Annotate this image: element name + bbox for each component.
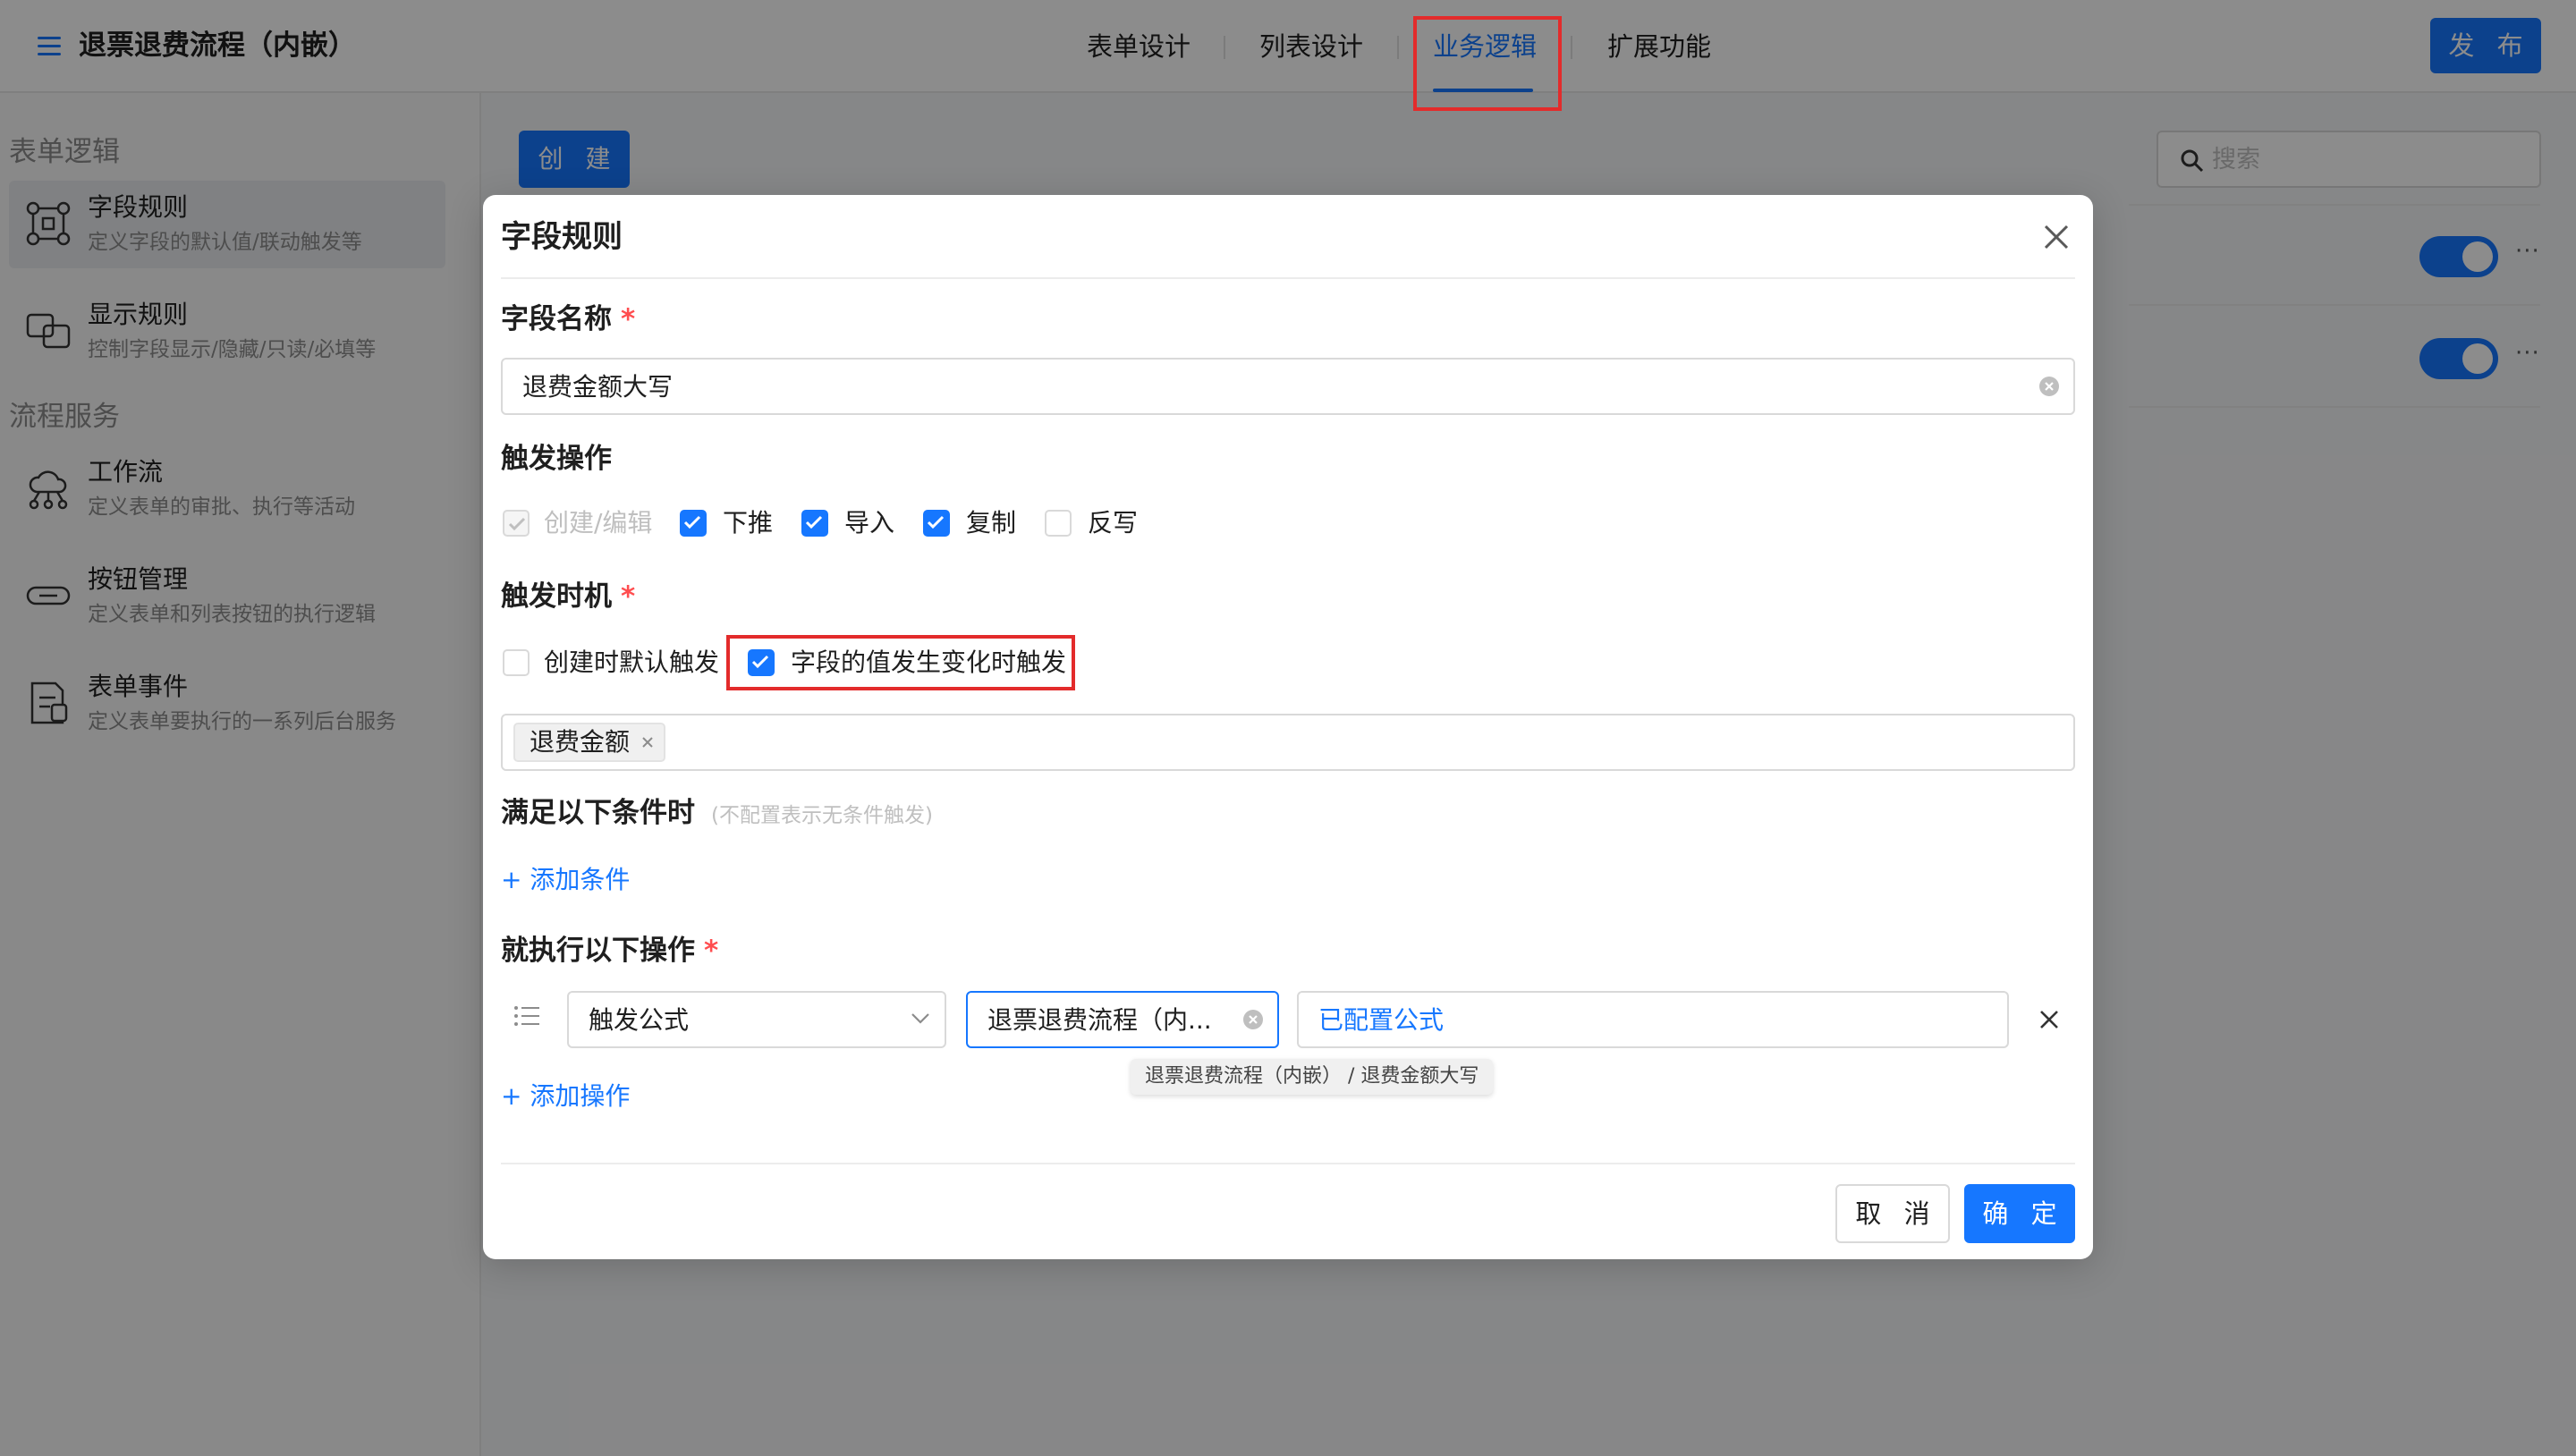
field-tag: 退费金额 bbox=[513, 723, 666, 762]
highlight-box bbox=[1413, 16, 1562, 111]
required-mark: * bbox=[704, 935, 719, 967]
conditions-hint: (不配置表示无条件触发) bbox=[711, 804, 933, 827]
checkbox-push-down[interactable] bbox=[680, 510, 707, 537]
checkbox-label[interactable]: 导入 bbox=[844, 505, 894, 541]
checkbox-label[interactable]: 字段的值发生变化时触发 bbox=[791, 645, 1066, 681]
delete-action-icon[interactable] bbox=[2038, 1008, 2061, 1031]
add-condition-link[interactable]: + 添加条件 bbox=[501, 862, 630, 898]
checkbox-copy[interactable] bbox=[923, 510, 950, 537]
close-icon[interactable] bbox=[2041, 222, 2072, 252]
trigger-ops-label: 触发操作 bbox=[501, 443, 612, 475]
field-name-value: 退费金额大写 bbox=[522, 372, 674, 402]
checkbox-label: 创建/编辑 bbox=[544, 508, 653, 538]
checkbox-create-edit bbox=[503, 510, 530, 537]
checkbox-write-back[interactable] bbox=[1045, 510, 1072, 537]
trigger-fields-select[interactable]: 退费金额 bbox=[501, 714, 2075, 771]
checkbox-label[interactable]: 反写 bbox=[1088, 505, 1138, 541]
formula-config-field[interactable]: 已配置公式 bbox=[1297, 991, 2009, 1048]
chevron-down-icon bbox=[911, 1012, 930, 1025]
trigger-timing-label: 触发时机 * bbox=[501, 580, 636, 613]
checkbox-label[interactable]: 复制 bbox=[966, 505, 1016, 541]
field-rule-dialog: 字段规则 字段名称 * 退费金额大写 触发操作 创建/编辑 下推 导入 复制 反写… bbox=[483, 195, 2093, 1259]
checkbox-label[interactable]: 创建时默认触发 bbox=[544, 645, 719, 681]
checkbox-value-change[interactable] bbox=[748, 649, 775, 676]
tag-close-icon[interactable] bbox=[640, 735, 655, 749]
actions-label: 就执行以下操作 * bbox=[501, 935, 719, 967]
formula-config-link[interactable]: 已配置公式 bbox=[1318, 1002, 1444, 1039]
confirm-button[interactable]: 确 定 bbox=[1964, 1184, 2075, 1243]
clear-icon[interactable] bbox=[1241, 1008, 1265, 1031]
drag-handle-icon[interactable] bbox=[513, 1005, 540, 1027]
action-target-value: 退票退费流程（内... bbox=[987, 1005, 1212, 1035]
action-type-select[interactable]: 触发公式 bbox=[567, 991, 946, 1048]
field-name-input[interactable]: 退费金额大写 bbox=[501, 358, 2075, 415]
required-mark: * bbox=[621, 580, 636, 613]
add-action-link[interactable]: + 添加操作 bbox=[501, 1079, 630, 1114]
conditions-label: 满足以下条件时 (不配置表示无条件触发) bbox=[501, 797, 933, 829]
target-tooltip: 退票退费流程（内嵌） / 退费金额大写 bbox=[1131, 1059, 1494, 1095]
cancel-button[interactable]: 取 消 bbox=[1835, 1184, 1950, 1243]
dialog-title: 字段规则 bbox=[501, 219, 623, 255]
field-name-label: 字段名称 * bbox=[501, 303, 636, 335]
divider bbox=[501, 277, 2075, 279]
clear-icon[interactable] bbox=[2038, 375, 2061, 398]
action-type-value: 触发公式 bbox=[589, 1005, 690, 1035]
divider bbox=[501, 1163, 2075, 1164]
checkbox-create-default[interactable] bbox=[503, 649, 530, 676]
action-target-select[interactable]: 退票退费流程（内... bbox=[966, 991, 1279, 1048]
checkbox-import[interactable] bbox=[801, 510, 828, 537]
checkbox-label[interactable]: 下推 bbox=[723, 505, 773, 541]
required-mark: * bbox=[621, 303, 636, 335]
